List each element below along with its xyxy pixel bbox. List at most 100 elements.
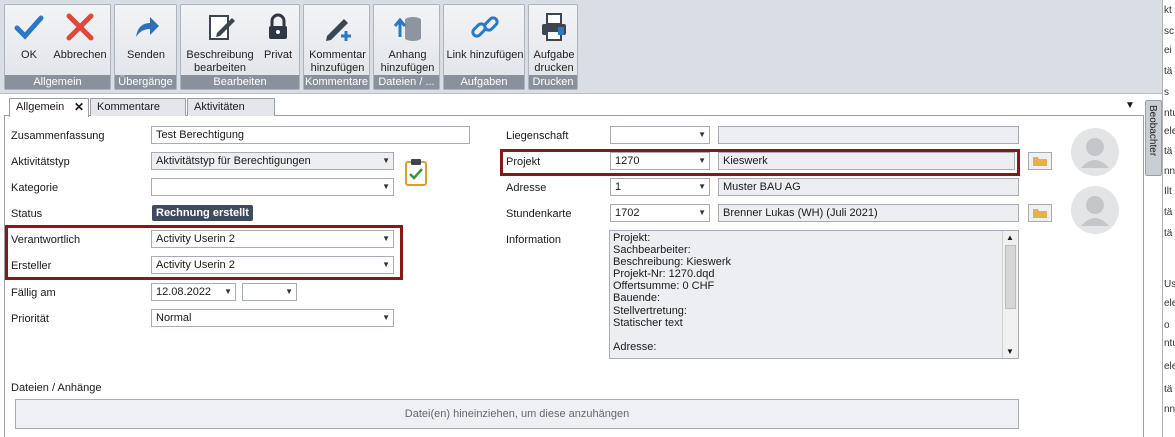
summary-label: Zusammenfassung [11, 130, 105, 142]
chevron-down-icon: ▼ [698, 182, 706, 191]
print-task-button[interactable]: Aufgabe drucken [531, 7, 577, 75]
chevron-down-icon: ▼ [382, 313, 390, 322]
timecard-select[interactable]: 1702 ▼ [610, 204, 710, 222]
checkmark-icon [14, 15, 44, 40]
chain-link-icon [471, 16, 499, 38]
add-comment-button[interactable]: Kommentar hinzufügen [306, 7, 369, 75]
ribbon-group-dateien: Anhang hinzufügen Dateien / ... [373, 4, 440, 90]
strip-text: Us [1164, 279, 1175, 290]
creator-value: Activity Userin 2 [156, 259, 235, 271]
group-label-drucken: Drucken [529, 75, 577, 89]
group-label-uebergaenge: Übergänge [115, 75, 176, 89]
folder-icon [1033, 209, 1047, 218]
information-scrollbar[interactable]: ▲ ▼ [1002, 231, 1018, 358]
tab-aktivitaeten[interactable]: Aktivitäten [187, 98, 275, 116]
activity-type-select[interactable]: Aktivitätstyp für Berechtigungen ▼ [151, 152, 394, 170]
summary-input[interactable]: Test Berechtigung [151, 126, 470, 144]
chevron-down-icon: ▼ [382, 182, 390, 191]
send-arrow-icon [136, 17, 159, 37]
creator-select[interactable]: Activity Userin 2 ▼ [151, 256, 394, 274]
user-silhouette-icon [1081, 138, 1109, 168]
add-link-button[interactable]: Link hinzufügen [446, 7, 524, 75]
add-attachment-button[interactable]: Anhang hinzufügen [376, 7, 439, 75]
tab-kommentare[interactable]: Kommentare [90, 98, 186, 116]
creator-label: Ersteller [11, 260, 52, 272]
information-textarea[interactable]: Projekt: Sachbearbeiter: Beschreibung: K… [609, 230, 1019, 359]
private-button[interactable]: Privat [257, 7, 299, 75]
address-description-value: Muster BAU AG [723, 181, 801, 193]
pen-add-icon [325, 19, 351, 41]
property-select[interactable]: ▼ [610, 126, 710, 144]
print-task-label: Aufgabe drucken [533, 49, 575, 74]
ribbon-group-drucken: Aufgabe drucken Drucken [528, 4, 578, 90]
activity-type-value: Aktivitätstyp für Berechtigungen [156, 155, 311, 167]
scroll-up-icon[interactable]: ▲ [1006, 233, 1014, 242]
project-select[interactable]: 1270 ▼ [610, 152, 710, 170]
project-folder-button[interactable] [1028, 152, 1052, 170]
observer-side-tab[interactable]: Beobachter [1145, 100, 1162, 176]
send-button[interactable]: Senden [117, 7, 175, 75]
add-comment-label: Kommentar hinzufügen [309, 49, 366, 74]
project-label: Projekt [506, 156, 541, 168]
strip-text: tä [1164, 384, 1173, 395]
tab-overflow-arrow-icon[interactable]: ▼ [1125, 100, 1135, 111]
strip-text: ei [1164, 45, 1172, 56]
strip-text: ele [1164, 126, 1175, 137]
strip-text: tä [1164, 228, 1173, 239]
strip-text: o [1164, 320, 1170, 331]
attachment-drop-zone[interactable]: Datei(en) hineinziehen, um diese anzuhän… [15, 399, 1019, 429]
project-description-value: Kieswerk [723, 155, 768, 167]
project-description: Kieswerk [718, 152, 1015, 170]
strip-text: ntu [1164, 108, 1175, 119]
chevron-down-icon: ▼ [698, 130, 706, 139]
observer-side-tab-label: Beobachter [1147, 105, 1158, 157]
status-label: Status [11, 208, 43, 220]
responsible-label: Verantwortlich [11, 234, 81, 246]
due-date-label: Fällig am [11, 287, 56, 299]
cancel-button[interactable]: Abbrechen [51, 7, 109, 75]
private-label: Privat [263, 49, 293, 61]
clipboard-check-icon[interactable] [404, 158, 428, 186]
close-tab-icon[interactable]: ✕ [74, 99, 84, 115]
tab-allgemein[interactable]: Allgemein ✕ [9, 98, 89, 117]
user-silhouette-icon [1081, 196, 1109, 226]
priority-select[interactable]: Normal ▼ [151, 309, 394, 327]
status-badge[interactable]: Rechnung erstellt [152, 205, 253, 221]
tab-aktivitaeten-label: Aktivitäten [194, 101, 245, 113]
lock-icon [269, 13, 287, 39]
property-description [718, 126, 1019, 144]
group-label-dateien: Dateien / ... [374, 75, 439, 89]
ok-button[interactable]: OK [7, 7, 51, 75]
chevron-down-icon: ▼ [698, 156, 706, 165]
priority-label: Priorität [11, 313, 49, 325]
strip-text: tä [1164, 146, 1173, 157]
address-select[interactable]: 1 ▼ [610, 178, 710, 196]
background-window-strip: kt sc ei tä s ntu ele tä nn Ilt tä tä Us… [1162, 0, 1175, 437]
edit-document-icon [209, 15, 235, 40]
responsible-select[interactable]: Activity Userin 2 ▼ [151, 230, 394, 248]
project-value: 1270 [615, 155, 640, 167]
information-text: Projekt: Sachbearbeiter: Beschreibung: K… [613, 232, 732, 353]
avatar-creator [1071, 186, 1119, 234]
property-label: Liegenschaft [506, 130, 569, 142]
add-link-label: Link hinzufügen [446, 49, 524, 61]
cancel-label: Abbrechen [53, 49, 107, 61]
scroll-down-icon[interactable]: ▼ [1006, 347, 1014, 356]
due-date-input[interactable]: 12.08.2022 ▼ [151, 283, 236, 301]
strip-text: nn [1164, 166, 1175, 177]
chevron-down-icon: ▼ [382, 260, 390, 269]
ribbon-group-allgemein: OK Abbrechen Allgemein [4, 4, 111, 90]
group-label-aufgaben: Aufgaben [444, 75, 524, 89]
strip-text: sc [1164, 26, 1174, 37]
strip-text: tä [1164, 66, 1173, 77]
timecard-label: Stundenkarte [506, 208, 572, 220]
timecard-folder-button[interactable] [1028, 204, 1052, 222]
chevron-down-icon: ▼ [382, 234, 390, 243]
strip-text: ntu [1164, 338, 1175, 349]
responsible-value: Activity Userin 2 [156, 233, 235, 245]
due-time-select[interactable]: ▼ [242, 283, 297, 301]
scrollbar-thumb[interactable] [1005, 245, 1016, 309]
edit-description-button[interactable]: Beschreibung bearbeiten [183, 7, 257, 75]
strip-text: kt [1164, 5, 1172, 16]
category-select[interactable]: ▼ [151, 178, 394, 196]
